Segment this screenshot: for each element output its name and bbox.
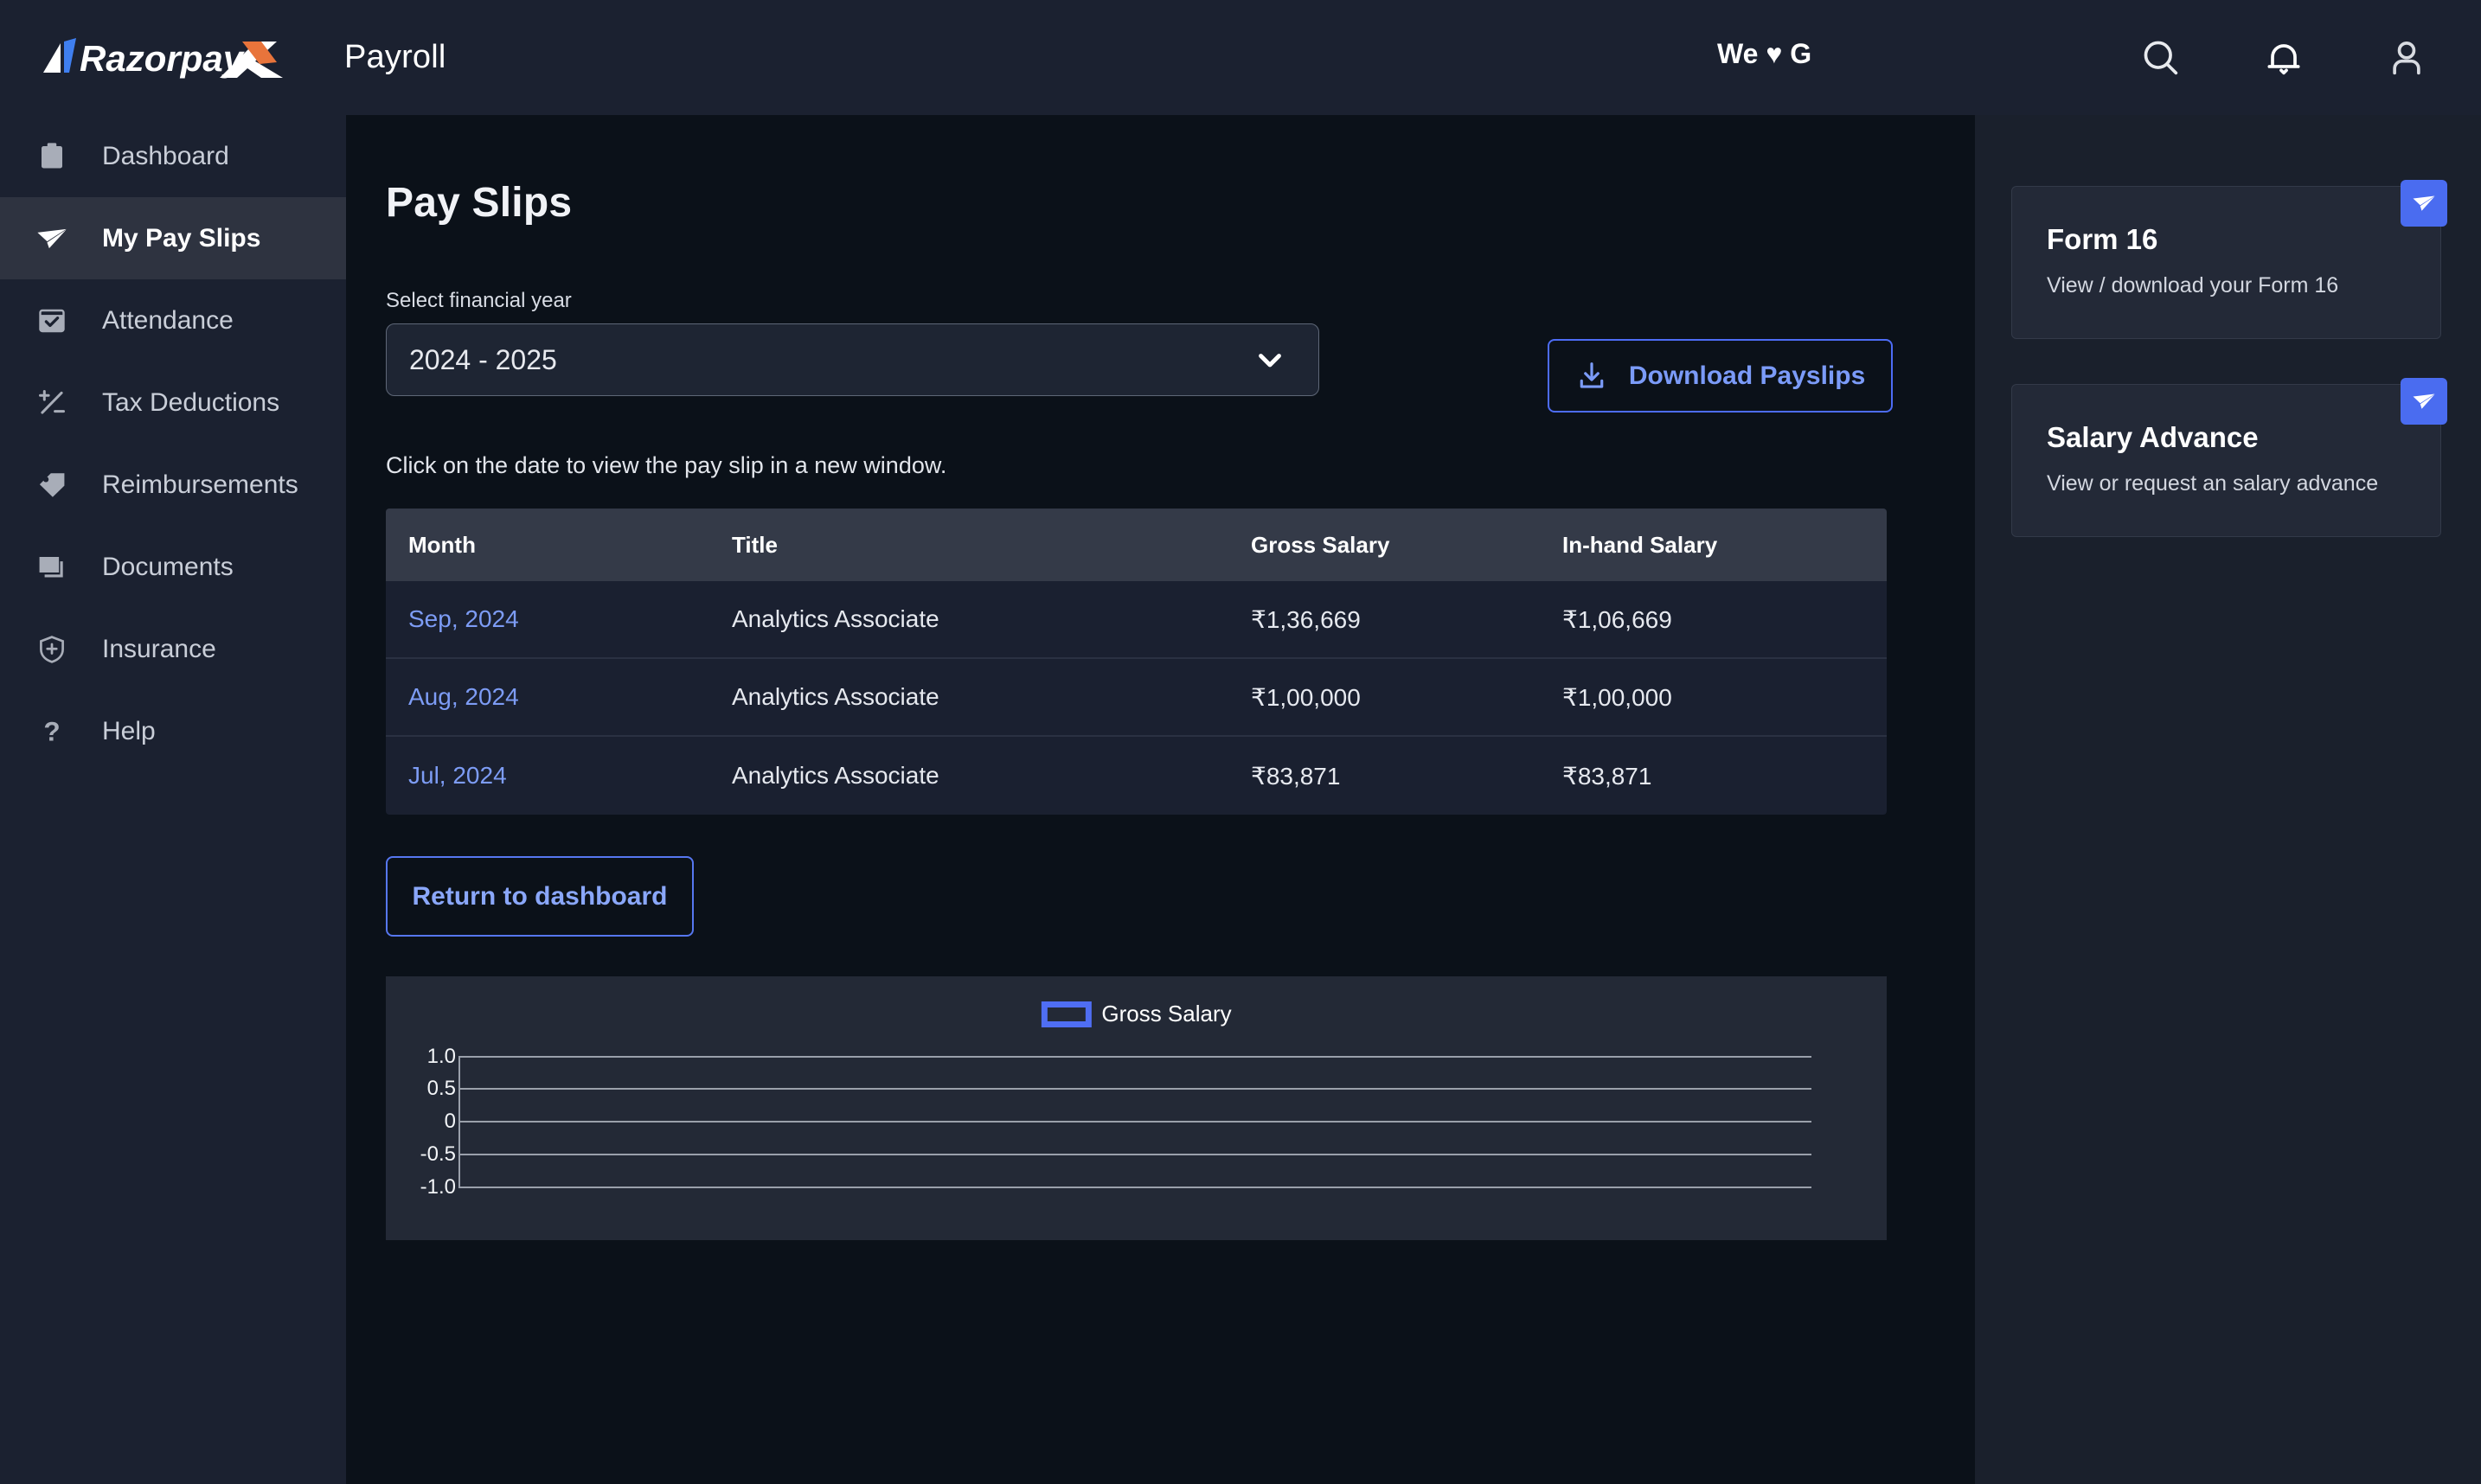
table-hint-text: Click on the date to view the pay slip i… <box>386 452 947 478</box>
search-icon[interactable] <box>2138 35 2183 80</box>
paper-plane-icon <box>2401 378 2447 425</box>
card-title: Salary Advance <box>2047 421 2259 453</box>
chart-gridline <box>458 1056 1811 1058</box>
column-header-gross-salary: Gross Salary <box>1251 531 1390 558</box>
salary-advance-card[interactable]: Salary Advance View or request an salary… <box>2011 378 2447 537</box>
chart-gridline <box>458 1088 1811 1090</box>
chevron-down-icon <box>1259 354 1282 368</box>
column-header-month: Month <box>408 531 476 558</box>
return-to-dashboard-button[interactable]: Return to dashboard <box>386 856 694 937</box>
financial-year-value: 2024 - 2025 <box>409 343 557 375</box>
table-row: Aug, 2024 Analytics Associate ₹1,00,000 … <box>386 659 1887 737</box>
chart-y-tick-label: -1.0 <box>420 1175 456 1199</box>
sidebar-item-reimbursements[interactable]: Reimbursements <box>0 444 346 526</box>
tag-icon <box>33 466 71 504</box>
chart-y-tick-label: -0.5 <box>420 1142 456 1166</box>
svg-text:?: ? <box>43 716 60 747</box>
payslip-month-link[interactable]: Sep, 2024 <box>386 605 732 633</box>
sidebar-item-label: Help <box>102 716 156 745</box>
paper-plane-icon <box>33 220 71 258</box>
paper-plane-icon <box>2401 180 2447 227</box>
chart-gridline <box>458 1154 1811 1155</box>
download-payslips-button[interactable]: Download Payslips <box>1548 339 1893 413</box>
sidebar-item-attendance[interactable]: Attendance <box>0 279 346 361</box>
sidebar-nav: Dashboard My Pay Slips Attendance Tax De… <box>0 115 346 1484</box>
sidebar-item-label: Documents <box>102 552 234 581</box>
sidebar-item-label: Attendance <box>102 305 234 335</box>
sidebar-item-label: Insurance <box>102 634 216 663</box>
chart-gridline <box>458 1187 1811 1188</box>
card-subtitle: View or request an salary advance <box>2047 471 2379 496</box>
sidebar-item-label: Tax Deductions <box>102 387 280 417</box>
right-rail: Form 16 View / download your Form 16 Sal… <box>1975 115 2481 1484</box>
bell-icon[interactable] <box>2261 35 2306 80</box>
payslip-in-hand-salary: ₹83,871 <box>1562 762 1652 790</box>
header-actions <box>2138 0 2450 115</box>
plus-minus-icon <box>33 384 71 422</box>
legend-label-gross-salary: Gross Salary <box>1101 1001 1232 1027</box>
calendar-check-icon <box>33 302 71 340</box>
svg-text:Razorpay: Razorpay <box>80 38 246 79</box>
payslip-gross-salary: ₹1,36,669 <box>1251 605 1361 633</box>
chart-gridline <box>458 1121 1811 1123</box>
table-row: Jul, 2024 Analytics Associate ₹83,871 ₹8… <box>386 737 1887 815</box>
sidebar-item-label: My Pay Slips <box>102 223 261 253</box>
payslip-title: Analytics Associate <box>732 762 939 789</box>
payslip-title: Analytics Associate <box>732 683 939 710</box>
card-subtitle: View / download your Form 16 <box>2047 273 2339 297</box>
shield-plus-icon <box>33 630 71 668</box>
page-title: Pay Slips <box>386 180 573 226</box>
controls-row: 2024 - 2025 Download Payslips <box>386 323 1893 413</box>
sidebar-item-tax-deductions[interactable]: Tax Deductions <box>0 361 346 444</box>
question-mark-icon: ? <box>33 713 71 751</box>
payslip-month-link[interactable]: Jul, 2024 <box>386 762 732 790</box>
column-header-in-hand-salary: In-hand Salary <box>1562 531 1718 558</box>
clipboard-icon <box>33 138 71 176</box>
sidebar-item-documents[interactable]: Documents <box>0 526 346 608</box>
form-16-card[interactable]: Form 16 View / download your Form 16 <box>2011 180 2447 339</box>
gross-salary-chart: Gross Salary 1.0 0.5 0 -0.5 -1.0 <box>386 976 1887 1240</box>
payslips-table: Month Title Gross Salary In-hand Salary … <box>386 509 1887 815</box>
legend-swatch-gross-salary <box>1041 1001 1092 1027</box>
sidebar-item-insurance[interactable]: Insurance <box>0 608 346 690</box>
header-tagline: We ♥ G <box>1717 38 1812 69</box>
sidebar-item-help[interactable]: ? Help <box>0 690 346 772</box>
chart-legend: Gross Salary <box>1041 1001 1232 1027</box>
payslip-gross-salary: ₹83,871 <box>1251 762 1341 790</box>
payslip-month-link[interactable]: Aug, 2024 <box>386 683 732 711</box>
user-icon[interactable] <box>2384 35 2429 80</box>
payslip-in-hand-salary: ₹1,00,000 <box>1562 683 1672 711</box>
chart-y-tick-label: 0.5 <box>426 1077 456 1100</box>
payslip-in-hand-salary: ₹1,06,669 <box>1562 605 1672 633</box>
card-title: Form 16 <box>2047 223 2158 255</box>
column-header-title: Title <box>732 531 778 558</box>
sidebar-item-dashboard[interactable]: Dashboard <box>0 115 346 197</box>
main-content: Pay Slips Select financial year 2024 - 2… <box>346 115 1975 1484</box>
table-header-row: Month Title Gross Salary In-hand Salary <box>386 509 1887 581</box>
app-header: Razorpay Payroll We ♥ G <box>0 0 2481 115</box>
financial-year-label: Select financial year <box>386 289 572 312</box>
chart-plot-area: 1.0 0.5 0 -0.5 -1.0 <box>386 1045 1887 1199</box>
table-row: Sep, 2024 Analytics Associate ₹1,36,669 … <box>386 581 1887 659</box>
chart-y-tick-label: 0 <box>444 1110 456 1133</box>
chart-y-tick-label: 1.0 <box>426 1045 456 1068</box>
financial-year-select[interactable]: 2024 - 2025 <box>386 323 1320 396</box>
sidebar-item-label: Reimbursements <box>102 470 298 499</box>
payslip-title: Analytics Associate <box>732 605 939 632</box>
sidebar-item-my-pay-slips[interactable]: My Pay Slips <box>0 197 346 279</box>
documents-icon <box>33 548 71 586</box>
brand-logo[interactable]: Razorpay Payroll <box>38 33 446 83</box>
razorpayx-logo-icon: Razorpay <box>43 37 283 79</box>
brand-suffix-label: Payroll <box>344 39 446 75</box>
sidebar-item-label: Dashboard <box>102 141 229 170</box>
download-icon <box>1580 361 1604 388</box>
payslip-gross-salary: ₹1,00,000 <box>1251 683 1361 711</box>
download-payslips-label: Download Payslips <box>1628 361 1866 390</box>
